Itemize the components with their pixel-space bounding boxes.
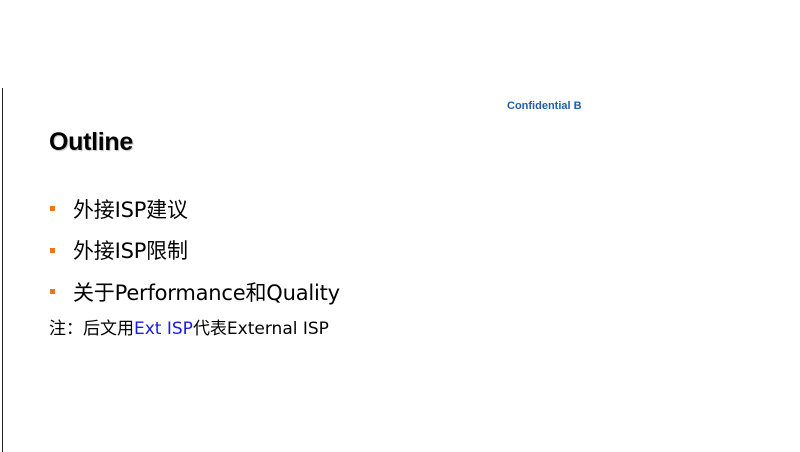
slide-title: Outline	[49, 128, 134, 156]
bullet-square-icon	[50, 289, 55, 295]
note-prefix: 注：后文用	[49, 319, 134, 339]
bullet-square-icon	[50, 206, 55, 212]
outline-list: 外接ISP建议 外接ISP限制 关于Performance和Quality	[49, 188, 340, 313]
confidentiality-label: Confidential B	[507, 100, 582, 112]
outline-item-performance-quality: 关于Performance和Quality	[49, 271, 340, 313]
note-abbreviation: Ext ISP	[134, 319, 193, 339]
note-suffix: 代表External ISP	[192, 319, 329, 339]
outline-item-label: 外接ISP建议	[73, 197, 188, 222]
abbreviation-note: 注：后文用Ext ISP代表External ISP	[49, 314, 329, 339]
outline-item-ext-isp-limitations: 外接ISP限制	[49, 230, 340, 272]
slide-left-border	[2, 88, 3, 452]
bullet-square-icon	[50, 247, 55, 253]
outline-item-label: 外接ISP限制	[73, 239, 188, 264]
outline-item-label: 关于Performance和Quality	[73, 280, 340, 305]
outline-item-ext-isp-recommendation: 外接ISP建议	[49, 188, 340, 230]
